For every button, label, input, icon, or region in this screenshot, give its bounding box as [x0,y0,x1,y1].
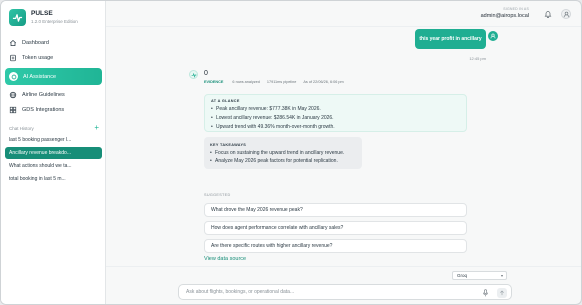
ask-input[interactable] [186,289,466,295]
brand[interactable]: PULSE 1.2.0 Enterprise Edition [9,9,78,26]
model-select-value: Groq [457,273,468,278]
main-nav: Dashboard Token usage AI Assistance Airl… [5,36,102,118]
send-button[interactable] [497,288,507,298]
suggestion-button[interactable]: Are there specific routes with higher an… [204,239,467,253]
nav-item-label: Token usage [22,55,54,61]
chat-area: this year profit in ancillary 12:45 pm 0… [106,27,581,268]
nav-item-label: GDS Integrations [22,107,65,113]
key-takeaways-card: KEY TAKEAWAYS Focus on sustaining the up… [204,137,362,169]
card-title: AT A GLANCE [211,99,240,103]
app-window: PULSE 1.2.0 Enterprise Edition Dashboard… [0,0,582,305]
assistant-avatar-icon [189,70,198,79]
chevron-down-icon: ▾ [500,273,503,278]
view-data-source-link[interactable]: View data source [204,256,246,262]
bell-icon[interactable] [544,10,552,18]
history-item[interactable]: What actions should we ta... [5,160,102,172]
rows-analyzed: 6 rows analyzed [232,80,260,84]
at-a-glance-card: AT A GLANCE Peak ancillary revenue: $777… [204,94,467,132]
assistant-answer: 0 [204,70,208,77]
ask-box [178,284,512,300]
signed-in-info: SIGNED IN AS admin@airops.local [480,7,529,19]
suggestion-button[interactable]: What drove the May 2026 revenue peak? [204,203,467,217]
nav-item-label: AI Assistance [23,73,57,80]
evidence-meta: EVIDENCE 6 rows analyzed 17911ms pipelin… [204,80,351,84]
nav-item-ai-assistance[interactable]: AI Assistance [5,68,102,85]
brand-name: PULSE [31,10,53,17]
grid-icon [9,106,17,114]
chat-history-label: Chat History [9,125,34,131]
evidence-label: EVIDENCE [204,80,224,84]
nav-item-label: Airline Guidelines [22,92,65,98]
assistant-icon [9,72,18,81]
history-item-active[interactable]: Ancillary revenue breakdo... [5,147,102,159]
history-item[interactable]: last 5 booking passenger l... [5,134,102,146]
signed-in-label: SIGNED IN AS [503,7,529,11]
microphone-icon[interactable] [482,289,489,297]
glance-bullet: Peak ancillary revenue: $777.38K in May … [211,105,460,114]
nav-item-dashboard[interactable]: Dashboard [5,36,102,50]
home-icon [9,39,17,47]
token-icon [9,54,17,62]
sidebar: PULSE 1.2.0 Enterprise Edition Dashboard… [1,1,106,304]
user-message: this year profit in ancillary [415,29,486,49]
user-avatar-icon[interactable] [561,9,571,19]
top-bar: SIGNED IN AS admin@airops.local [106,1,581,27]
user-avatar-icon [488,31,498,41]
nav-item-airline-guidelines[interactable]: Airline Guidelines [5,88,102,102]
nav-item-label: Dashboard [22,40,49,46]
suggestion-button[interactable]: How does agent performance correlate wit… [204,221,467,235]
history-item[interactable]: total booking in last 5 m... [5,173,102,185]
nav-item-token-usage[interactable]: Token usage [5,51,102,65]
pipeline-time: 17911ms pipeline [266,80,297,84]
as-of-time: As of 22/06/26, 6:06 pm [303,80,344,84]
brand-edition: 1.2.0 Enterprise Edition [31,18,78,24]
glance-bullet: Upward trend with 49.36% month-over-mont… [211,123,460,132]
nav-item-gds-integrations[interactable]: GDS Integrations [5,103,102,117]
takeaway-bullet: Analyze May 2026 peak factors for potent… [210,157,356,165]
plus-icon[interactable]: + [94,124,99,132]
card-title: KEY TAKEAWAYS [210,143,247,147]
model-select[interactable]: Groq ▾ [452,271,507,280]
globe-icon [9,91,17,99]
composer: Groq ▾ [106,266,581,304]
arrow-up-icon [500,290,504,296]
signed-in-user: admin@airops.local [480,12,529,19]
pulse-logo-icon [9,9,26,26]
chat-history: Chat History + last 5 booking passenger … [5,123,102,185]
takeaway-bullet: Focus on sustaining the upward trend in … [210,149,356,157]
glance-bullet: Lowest ancillary revenue: $286.54K in Ja… [211,114,460,123]
suggested-label: SUGGESTED [204,193,231,197]
message-timestamp: 12:45 pm [469,56,486,61]
